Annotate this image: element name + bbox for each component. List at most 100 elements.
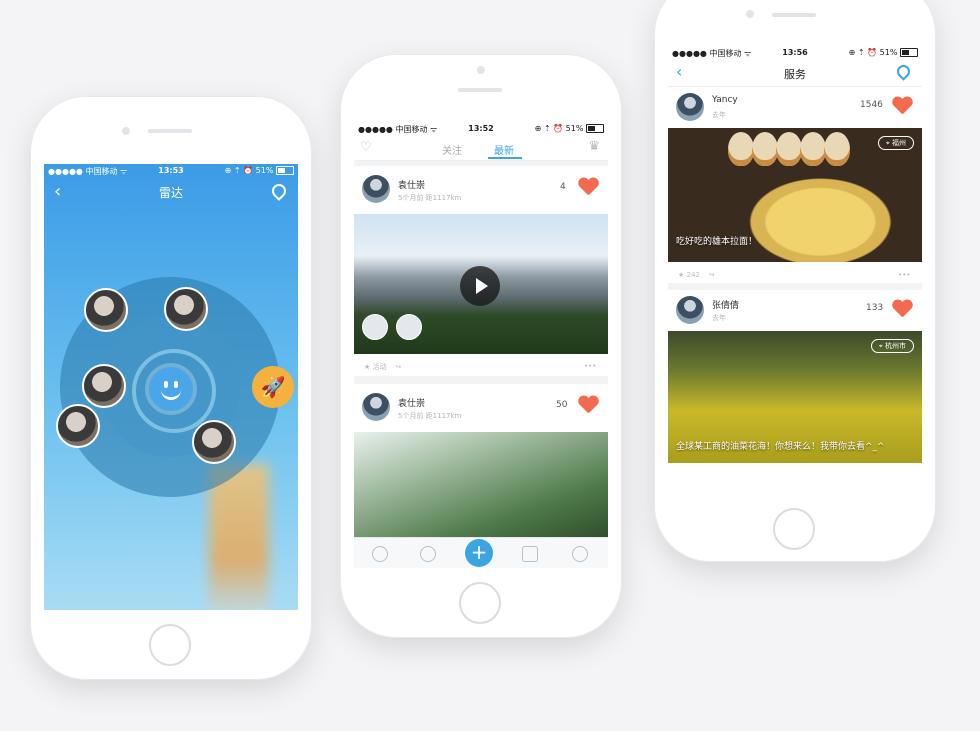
bottom-tab-bar: + [354,537,608,568]
heart-icon[interactable] [578,396,598,414]
speaker [148,129,192,133]
speaker [772,13,816,17]
more-icon[interactable]: ••• [898,271,910,279]
dumpling [800,132,826,166]
image-caption: 吃好吃的雄本拉面！ [676,237,758,247]
home-button[interactable] [459,582,501,624]
post-author[interactable]: 张倩倩 [712,298,739,311]
post-actions[interactable]: ★ 活动 ↪ [364,362,401,372]
action-label: 活动 [372,363,387,371]
dumpling [776,132,802,166]
heart-icon[interactable] [578,178,598,196]
post-author[interactable]: 袁仕崇 [398,178,425,191]
mini-avatar[interactable] [362,314,388,340]
more-icon[interactable]: ••• [584,362,596,370]
like-count: 1546 [860,100,883,110]
page-title: 雷达 [158,186,183,200]
nav-bar: ‹ 雷达 [44,178,298,206]
rocket-icon[interactable]: 🚀 [252,366,294,408]
star-count: 242 [686,271,700,279]
feed-screen: ●●●●● 中国移动 ᯤ 13:52 ⊕ ⇡ ⏰ 51% ♡ 关注 最新 ♛ 袁… [354,122,608,568]
status-icons: ⊕ ⇡ ⏰ [848,48,878,57]
post-meta: 5个月前 距1117km [398,412,462,420]
post-image[interactable] [354,432,608,542]
image-caption: 全球某工商的油菜花海！你想来么！我带你去看^_^ [676,442,885,452]
feed-post: 袁仕崇 5个月前 距1117km 4 ★ 活动 ↪ ••• [354,166,608,376]
battery-icon [900,48,918,57]
heart-icon[interactable] [892,97,912,115]
battery-percent: 51% [565,124,584,133]
feed-tabs: ♡ 关注 最新 ♛ [354,136,608,161]
chat-icon[interactable] [372,546,388,562]
post-meta: 去年 [712,314,726,322]
home-button[interactable] [773,508,815,550]
location-name: 杭州市 [885,342,906,350]
post-video[interactable] [354,214,608,354]
service-post: Yancy 去年 1546 ⌖ 福州 吃好吃的雄本拉面！ ★ 242 ↪ ••• [668,87,922,283]
mini-avatar[interactable] [396,314,422,340]
battery-percent: 51% [879,48,898,57]
battery-icon [586,124,604,133]
status-right: ⊕ ⇡ ⏰ 51% [535,124,604,133]
nearby-user-avatar[interactable] [56,404,100,448]
apps-icon[interactable] [522,546,538,562]
status-icons: ⊕ ⇡ ⏰ [534,124,564,133]
dumpling [728,132,754,166]
post-actions[interactable]: ★ 242 ↪ [678,271,715,279]
tab-follow[interactable]: 关注 [442,142,462,157]
post-meta: 5个月前 距1117km [398,194,462,202]
location-name: 福州 [892,139,906,147]
avatar[interactable] [362,175,390,203]
battery-percent: 51% [255,166,274,175]
speaker [458,88,502,92]
nearby-user-avatar[interactable] [192,420,236,464]
service-screen: ●●●●● 中国移动 ᯤ 13:56 ⊕ ⇡ ⏰ 51% ‹ 服务 Yancy … [668,46,922,496]
nav-bar: ‹ 服务 [668,60,922,87]
avatar[interactable] [362,393,390,421]
nearby-user-avatar[interactable] [164,287,208,331]
service-post: 张倩倩 去年 133 ⌖ 杭州市 全球某工商的油菜花海！你想来么！我带你去看^_… [668,290,922,496]
crown-icon[interactable]: ♛ [588,139,600,154]
status-bar: ●●●●● 中国移动 ᯤ 13:52 ⊕ ⇡ ⏰ 51% [354,122,608,136]
phone-feed: ●●●●● 中国移动 ᯤ 13:52 ⊕ ⇡ ⏰ 51% ♡ 关注 最新 ♛ 袁… [340,54,622,638]
add-button[interactable]: + [465,539,493,567]
post-image[interactable]: ⌖ 福州 吃好吃的雄本拉面！ [668,128,922,262]
front-camera [746,10,754,18]
post-author[interactable]: 袁仕崇 [398,396,425,409]
nearby-user-avatar[interactable] [84,288,128,332]
smiley-face-icon[interactable] [149,367,193,411]
status-right: ⊕ ⇡ ⏰ 51% [849,48,918,57]
post-author[interactable]: Yancy [712,95,738,105]
heart-outline-icon[interactable]: ♡ [360,140,372,155]
status-bar: ●●●●● 中国移动 ᯤ 13:56 ⊕ ⇡ ⏰ 51% [668,46,922,60]
dumpling [752,132,778,166]
phone-radar: ●●●●● 中国移动 ᯤ 13:53 ⊕ ⇡ ⏰ 51% ‹ 雷达 🚀 [30,96,312,680]
active-tab-underline [488,157,522,159]
status-icons: ⊕ ⇡ ⏰ [224,166,254,175]
battery-icon [276,166,294,175]
profile-icon[interactable] [572,546,588,562]
radar-screen: ●●●●● 中国移动 ᯤ 13:53 ⊕ ⇡ ⏰ 51% ‹ 雷达 🚀 [44,164,298,610]
home-button[interactable] [149,624,191,666]
status-right: ⊕ ⇡ ⏰ 51% [225,166,294,175]
avatar[interactable] [676,93,704,121]
like-count: 50 [556,400,568,410]
front-camera [122,127,130,135]
contacts-icon[interactable] [420,546,436,562]
post-image[interactable]: ⌖ 杭州市 全球某工商的油菜花海！你想来么！我带你去看^_^ [668,331,922,463]
play-icon[interactable] [460,266,500,306]
heart-icon[interactable] [892,300,912,318]
tab-latest[interactable]: 最新 [494,142,514,157]
nearby-user-avatar[interactable] [82,364,126,408]
location-badge[interactable]: ⌖ 福州 [877,136,914,150]
dumpling [824,132,850,166]
phone-service: ●●●●● 中国移动 ᯤ 13:56 ⊕ ⇡ ⏰ 51% ‹ 服务 Yancy … [654,0,936,562]
location-badge[interactable]: ⌖ 杭州市 [870,339,914,353]
post-meta: 去年 [712,111,726,119]
page-title: 服务 [784,68,806,81]
front-camera [477,66,485,74]
like-count: 4 [560,182,566,192]
avatar[interactable] [676,296,704,324]
status-bar: ●●●●● 中国移动 ᯤ 13:53 ⊕ ⇡ ⏰ 51% [44,164,298,178]
like-count: 133 [866,303,884,313]
